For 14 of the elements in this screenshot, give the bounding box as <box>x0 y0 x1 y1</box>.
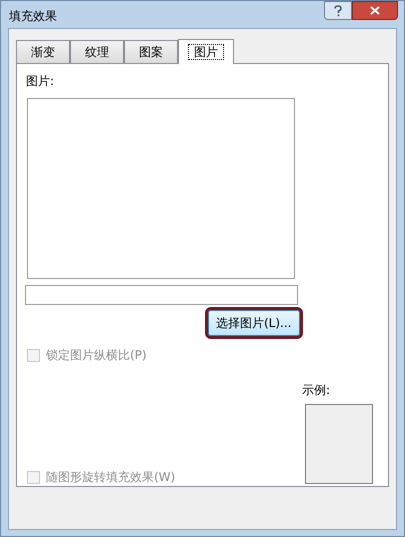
picture-label: 图片: <box>26 73 56 90</box>
checkbox-label: 锁定图片纵横比(P) <box>46 347 147 364</box>
file-path-field[interactable] <box>25 284 298 305</box>
help-icon <box>334 4 342 16</box>
tab[interactable]: 图案 <box>124 40 178 63</box>
close-button[interactable] <box>352 1 398 20</box>
tab[interactable]: 纹理 <box>70 40 124 63</box>
checkbox-label: 随图形旋转填充效果(W) <box>46 469 176 486</box>
tab[interactable]: 图片 <box>178 39 234 64</box>
sample-label: 示例: <box>302 382 332 399</box>
help-button[interactable] <box>324 1 352 20</box>
close-icon <box>370 6 380 15</box>
tab[interactable]: 渐变 <box>16 40 70 63</box>
window-title: 填充效果 <box>9 8 57 25</box>
